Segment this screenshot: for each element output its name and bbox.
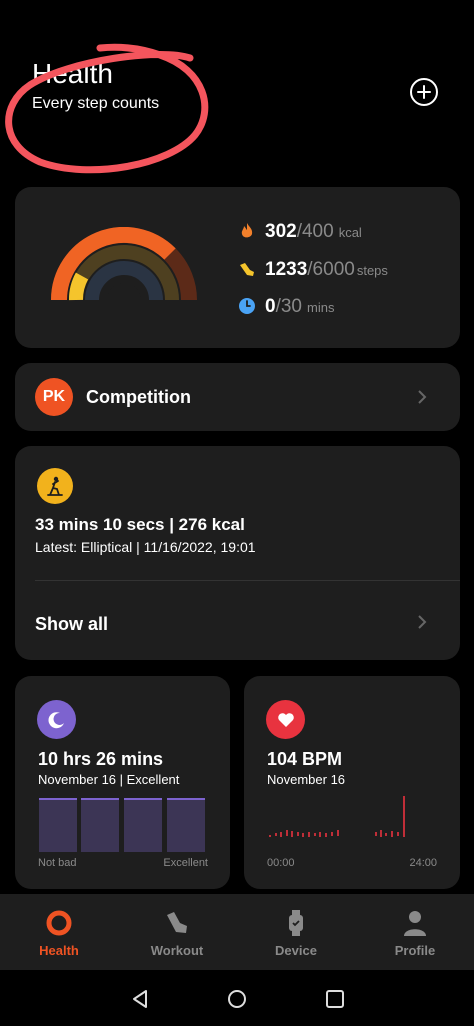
sleep-axis-left: Not bad bbox=[38, 857, 77, 869]
sleep-duration: 10 hrs 26 mins bbox=[38, 749, 164, 769]
tab-workout[interactable]: Workout bbox=[118, 894, 236, 970]
chevron-right-icon bbox=[418, 615, 427, 629]
moon-icon bbox=[37, 700, 76, 739]
divider bbox=[35, 580, 460, 581]
mins-unit: mins bbox=[307, 300, 335, 315]
mins-stat: 0 /30 mins bbox=[238, 294, 334, 318]
tab-label: Device bbox=[275, 943, 317, 958]
heart-axis-right: 24:00 bbox=[409, 857, 437, 869]
activity-summary-card[interactable]: 302 /400 kcal 1233 /6000 steps 0 /30 min… bbox=[15, 187, 460, 348]
page-subtitle: Every step counts bbox=[32, 95, 160, 112]
watch-icon bbox=[289, 910, 303, 936]
add-button[interactable] bbox=[410, 78, 438, 106]
sleep-card[interactable]: 10 hrs 26 mins November 16 | Excellent N… bbox=[15, 676, 230, 889]
tab-label: Profile bbox=[394, 943, 436, 958]
health-ring-icon bbox=[46, 910, 72, 936]
heart-rate-date: November 16 bbox=[267, 772, 346, 787]
tab-label: Health bbox=[39, 943, 79, 958]
header: Health Every step counts bbox=[0, 0, 474, 180]
sleep-bar bbox=[39, 798, 77, 852]
competition-card[interactable]: PK Competition bbox=[15, 363, 460, 431]
workout-summary[interactable]: 33 mins 10 secs | 276 kcal bbox=[35, 515, 245, 535]
bottom-tab-bar: Health Workout Device Profile bbox=[0, 894, 474, 970]
tab-device[interactable]: Device bbox=[237, 894, 355, 970]
pk-badge: PK bbox=[35, 378, 73, 416]
calories-goal: /400 bbox=[296, 221, 334, 242]
heart-rate-value: 104 BPM bbox=[267, 749, 343, 769]
tab-profile[interactable]: Profile bbox=[356, 894, 474, 970]
activity-gauge bbox=[51, 227, 197, 301]
system-nav-bar bbox=[0, 970, 474, 1026]
competition-label: Competition bbox=[86, 387, 191, 407]
calories-unit: kcal bbox=[338, 225, 362, 240]
flame-icon bbox=[241, 223, 253, 238]
sleep-chart bbox=[39, 798, 207, 852]
steps-current: 1233 bbox=[265, 259, 308, 280]
heart-icon bbox=[266, 700, 305, 739]
sleep-axis-right: Excellent bbox=[163, 857, 208, 869]
back-icon[interactable] bbox=[129, 988, 151, 1010]
mins-current: 0 bbox=[265, 296, 276, 317]
sleep-bar bbox=[124, 798, 162, 852]
sleep-bar bbox=[81, 798, 119, 852]
home-icon[interactable] bbox=[226, 988, 248, 1010]
sleep-bar bbox=[167, 798, 205, 852]
person-icon bbox=[404, 911, 426, 936]
clock-icon bbox=[239, 298, 255, 314]
steps-goal: /6000 bbox=[307, 259, 355, 280]
tab-health[interactable]: Health bbox=[0, 894, 118, 970]
workout-latest: Latest: Elliptical | 11/16/2022, 19:01 bbox=[35, 539, 256, 555]
sleep-detail: November 16 | Excellent bbox=[38, 772, 180, 787]
heart-rate-card[interactable]: 104 BPM November 16 00:00 24:00 bbox=[244, 676, 460, 889]
plus-circle-icon bbox=[417, 85, 431, 99]
tab-label: Workout bbox=[150, 943, 204, 958]
steps-stat: 1233 /6000 steps bbox=[238, 257, 388, 281]
steps-unit: steps bbox=[356, 263, 388, 278]
chevron-right-icon bbox=[418, 390, 427, 404]
heart-axis-left: 00:00 bbox=[267, 857, 295, 869]
elliptical-icon bbox=[37, 468, 73, 504]
steps-ring bbox=[69, 272, 89, 301]
recents-icon[interactable] bbox=[324, 988, 346, 1010]
mins-goal: /30 bbox=[275, 296, 302, 317]
shoe-icon bbox=[240, 263, 254, 276]
shoe-icon bbox=[167, 912, 187, 933]
page-title: Health bbox=[32, 58, 113, 89]
show-all-button[interactable]: Show all bbox=[35, 614, 108, 635]
workout-card: 33 mins 10 secs | 276 kcal Latest: Ellip… bbox=[15, 446, 460, 660]
heart-rate-chart bbox=[269, 796, 405, 837]
calories-current: 302 bbox=[265, 221, 297, 242]
calories-stat: 302 /400 kcal bbox=[238, 219, 362, 243]
